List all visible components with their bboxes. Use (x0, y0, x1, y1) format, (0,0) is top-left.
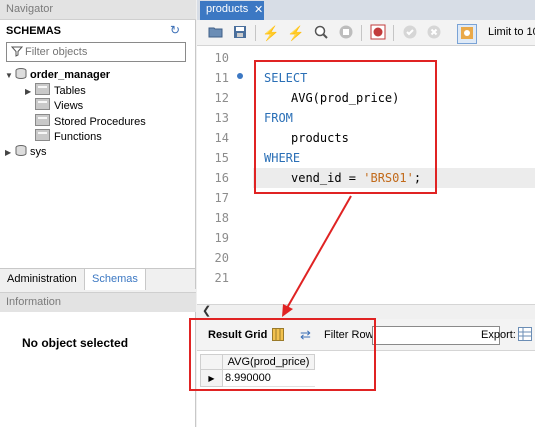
tree-item-order-manager[interactable]: ▼ order_manager (5, 68, 110, 83)
schemas-label: SCHEMAS (6, 25, 62, 37)
tree-item-stored-procedures[interactable]: Stored Procedures (35, 114, 146, 129)
information-header: Information (0, 292, 196, 312)
tab-administration[interactable]: Administration (0, 269, 84, 290)
editor-toolbar: ⚡ ⚡ Limit to 10 (197, 20, 535, 46)
toolbar-separator (255, 25, 256, 41)
line-number: 21 (214, 271, 229, 285)
line-number: 10 (214, 51, 229, 65)
filter-objects-input[interactable] (6, 42, 186, 62)
database-icon (15, 68, 27, 79)
tree-item-functions[interactable]: Functions (35, 129, 102, 144)
expand-down-icon[interactable]: ▼ (5, 68, 15, 83)
tree-label-views: Views (54, 100, 84, 112)
information-panel: No object selected (0, 312, 196, 427)
tables-folder-icon (35, 83, 50, 95)
toggle-stop-on-error-icon[interactable] (369, 24, 387, 42)
filter-icon (11, 46, 23, 57)
export-label: Export: (481, 329, 516, 341)
refresh-icon[interactable]: ↻ (170, 23, 184, 37)
execute-current-icon[interactable]: ⚡ (287, 24, 305, 42)
tree-item-sys[interactable]: ▶ sys (5, 145, 47, 160)
procedures-folder-icon (35, 114, 50, 126)
navigator-title: Navigator (6, 3, 54, 15)
line-number: 17 (214, 191, 229, 205)
editor-tab-bar: products ✕ (197, 0, 535, 20)
execute-lightning-icon[interactable]: ⚡ (262, 24, 280, 42)
toggle-autocommit-icon[interactable] (457, 24, 477, 44)
line-number: 11 (214, 71, 229, 85)
line-number: 15 (214, 151, 229, 165)
navigator-panel: SCHEMAS ↻ ▼ order_manager ▶ Tables Views S… (0, 20, 196, 268)
line-number: 12 (214, 91, 229, 105)
information-title: Information (6, 296, 62, 308)
line-number-gutter: 10 11 12 13 14 15 16 17 18 19 20 21 (197, 46, 252, 304)
line-number: 13 (214, 111, 229, 125)
close-icon[interactable]: ✕ (254, 3, 263, 16)
open-folder-icon[interactable] (207, 24, 225, 42)
tree-label-tables: Tables (54, 85, 86, 97)
stop-icon[interactable] (337, 24, 355, 42)
views-folder-icon (35, 98, 50, 110)
horizontal-scrollbar[interactable]: ❮ (197, 304, 535, 319)
expand-right-icon[interactable]: ▶ (25, 84, 35, 99)
annotation-box-query (254, 60, 437, 194)
line-number: 20 (214, 251, 229, 265)
no-object-label: No object selected (22, 336, 129, 350)
database-icon (15, 145, 27, 156)
commit-icon[interactable] (401, 24, 419, 42)
line-number: 18 (214, 211, 229, 225)
line-number: 16 (214, 171, 229, 185)
limit-rows-select[interactable]: Limit to 10 (488, 26, 535, 38)
rollback-icon[interactable] (425, 24, 443, 42)
scroll-left-icon[interactable]: ❮ (202, 304, 211, 317)
functions-folder-icon (35, 129, 50, 141)
line-number: 14 (214, 131, 229, 145)
navigator-tabs: Administration Schemas (0, 268, 196, 290)
expand-right-icon[interactable]: ▶ (5, 145, 15, 160)
toolbar-separator (393, 25, 394, 41)
toolbar-separator (361, 25, 362, 41)
save-icon[interactable] (231, 24, 249, 42)
tree-item-views[interactable]: Views (35, 98, 83, 113)
export-icon[interactable] (518, 327, 532, 341)
tab-schemas[interactable]: Schemas (84, 269, 146, 290)
line-number: 19 (214, 231, 229, 245)
tree-label-order-manager: order_manager (30, 69, 111, 81)
tree-label-sys: sys (30, 146, 47, 158)
tab-products-label: products (206, 3, 249, 15)
explain-magnifier-icon[interactable] (312, 24, 330, 42)
tree-label-stored-procedures: Stored Procedures (54, 116, 146, 128)
navigator-header: Navigator (0, 0, 196, 20)
annotation-box-result (189, 318, 376, 391)
tree-label-functions: Functions (54, 131, 102, 143)
tree-item-tables[interactable]: ▶ Tables (25, 83, 86, 98)
statement-marker-icon (237, 73, 243, 79)
